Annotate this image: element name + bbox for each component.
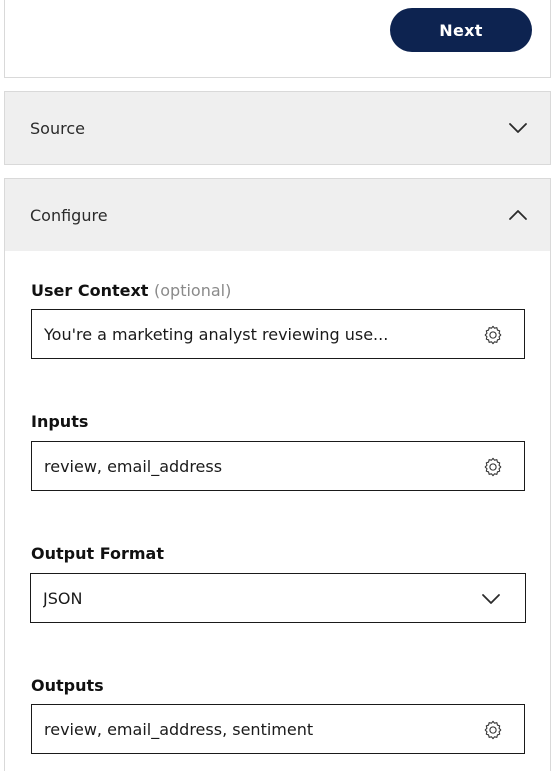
source-panel-header[interactable]: Source [4, 91, 551, 165]
optional-hint: (optional) [154, 281, 232, 300]
output-format-select[interactable]: JSON [30, 573, 526, 623]
wizard-nav-card: Next [4, 0, 551, 78]
outputs-value: review, email_address, sentiment [44, 719, 314, 739]
inputs-label: Inputs [31, 412, 89, 431]
gear-icon[interactable] [482, 456, 504, 478]
user-context-field[interactable]: You're a marketing analyst reviewing use… [31, 309, 525, 359]
gear-icon[interactable] [482, 324, 504, 346]
chevron-down-icon [508, 122, 528, 134]
configure-panel-header[interactable]: Configure [4, 178, 551, 252]
inputs-field[interactable]: review, email_address [31, 441, 525, 491]
user-context-label-text: User Context [31, 281, 149, 300]
next-button[interactable]: Next [390, 8, 532, 52]
output-format-value: JSON [43, 588, 83, 608]
chevron-down-icon [481, 592, 501, 604]
outputs-label: Outputs [31, 676, 104, 695]
outputs-field[interactable]: review, email_address, sentiment [31, 704, 525, 754]
source-panel-title: Source [30, 118, 85, 138]
configure-panel-title: Configure [30, 205, 108, 225]
inputs-value: review, email_address [44, 456, 223, 476]
chevron-up-icon [508, 209, 528, 221]
gear-icon[interactable] [482, 719, 504, 741]
output-format-label: Output Format [31, 544, 164, 563]
user-context-value: You're a marketing analyst reviewing use… [44, 324, 389, 344]
user-context-label: User Context (optional) [31, 281, 231, 300]
configure-panel-body: User Context (optional) You're a marketi… [4, 251, 551, 771]
